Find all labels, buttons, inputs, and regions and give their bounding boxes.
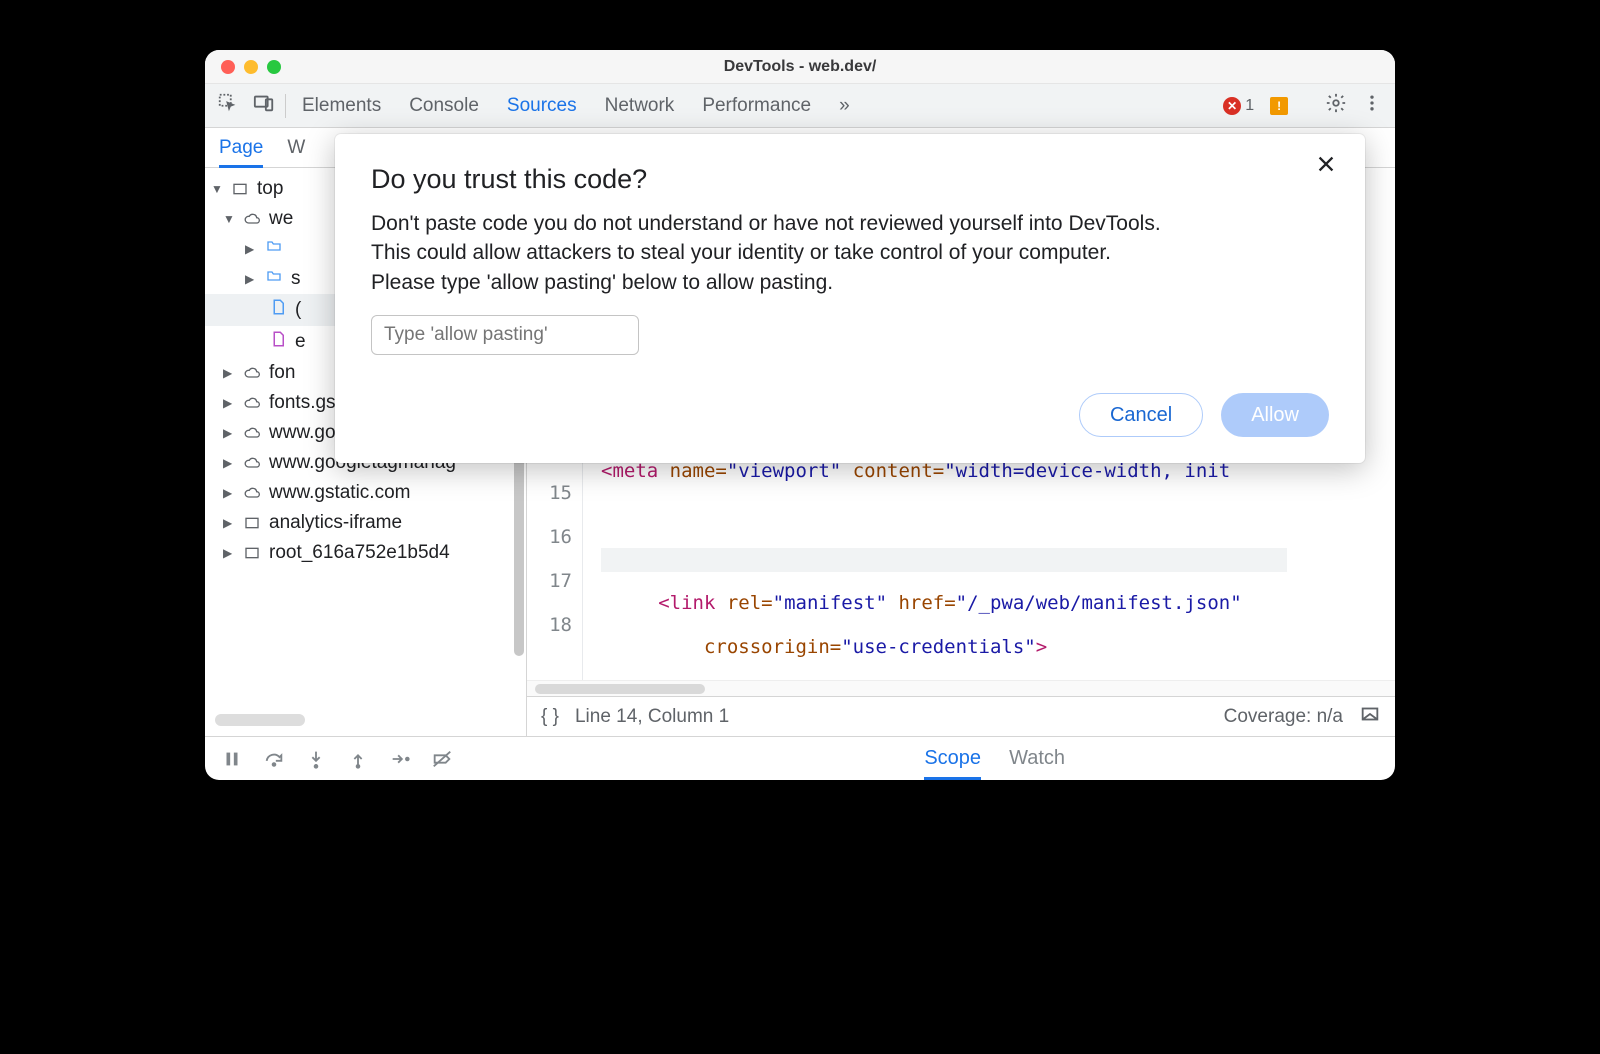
pretty-print-button[interactable]: { } [541, 706, 559, 728]
cursor-position: Line 14, Column 1 [575, 706, 729, 728]
tab-console[interactable]: Console [409, 95, 479, 117]
dialog-actions: Cancel Allow [371, 393, 1329, 437]
coverage-status: Coverage: n/a [1224, 706, 1343, 728]
errors-count: 1 [1245, 97, 1254, 115]
editor-statusbar: { } Line 14, Column 1 Coverage: n/a [527, 696, 1395, 736]
dialog-heading: Do you trust this code? [371, 164, 1329, 195]
navigator-tab-truncated[interactable]: W [287, 137, 305, 159]
tab-elements[interactable]: Elements [302, 95, 381, 117]
watch-tab[interactable]: Watch [1009, 747, 1065, 770]
debugger-toolbar: Scope Watch [205, 736, 1395, 780]
devtools-window: DevTools - web.dev/ Elements Console Sou… [205, 50, 1395, 780]
step-icon[interactable] [389, 748, 411, 770]
close-dialog-button[interactable] [1309, 152, 1343, 181]
titlebar: DevTools - web.dev/ [205, 50, 1395, 84]
settings-gear-icon[interactable] [1321, 92, 1351, 120]
close-window-button[interactable] [221, 60, 235, 74]
inspect-element-icon[interactable] [213, 92, 243, 120]
dialog-body: Don't paste code you do not understand o… [371, 209, 1171, 297]
tab-sources[interactable]: Sources [507, 95, 577, 117]
tab-performance[interactable]: Performance [702, 95, 811, 117]
frame-icon [241, 545, 263, 561]
cloud-icon [241, 211, 263, 227]
allow-pasting-input[interactable] [371, 315, 639, 355]
frame-icon [229, 181, 251, 197]
cloud-icon [241, 395, 263, 411]
debugger-right-tabs: Scope Watch [924, 747, 1065, 770]
step-over-icon[interactable] [263, 748, 285, 770]
cloud-icon [241, 425, 263, 441]
step-into-icon[interactable] [305, 748, 327, 770]
file-icon [267, 330, 289, 354]
window-title: DevTools - web.dev/ [205, 58, 1395, 76]
window-controls [205, 60, 281, 74]
tree-node[interactable]: ▶ root_616a752e1b5d4 [205, 538, 526, 568]
scope-tab[interactable]: Scope [924, 747, 981, 780]
navigator-tab-page[interactable]: Page [219, 137, 263, 168]
step-out-icon[interactable] [347, 748, 369, 770]
pause-icon[interactable] [221, 748, 243, 770]
cloud-icon [241, 365, 263, 381]
file-icon [267, 298, 289, 322]
minimize-window-button[interactable] [244, 60, 258, 74]
cloud-icon [241, 455, 263, 471]
cloud-icon [241, 485, 263, 501]
deactivate-breakpoints-icon[interactable] [431, 748, 453, 770]
frame-icon [241, 515, 263, 531]
show-more-icon[interactable] [1359, 703, 1381, 731]
cancel-button[interactable]: Cancel [1079, 393, 1203, 437]
tree-node[interactable]: ▶ analytics-iframe [205, 508, 526, 538]
panel-tabs: Elements Console Sources Network Perform… [302, 95, 850, 117]
folder-icon [263, 238, 285, 260]
device-toolbar-icon[interactable] [249, 92, 279, 120]
allow-button[interactable]: Allow [1221, 393, 1329, 437]
errors-badge[interactable]: ✕1 [1223, 97, 1254, 115]
trust-code-dialog: Do you trust this code? Don't paste code… [335, 134, 1365, 463]
tab-network[interactable]: Network [605, 95, 675, 117]
kebab-menu-icon[interactable] [1357, 92, 1387, 120]
tabs-overflow-button[interactable]: » [839, 95, 850, 117]
fullscreen-window-button[interactable] [267, 60, 281, 74]
folder-icon [263, 268, 285, 290]
warnings-badge[interactable]: !1 [1270, 97, 1301, 115]
devtools-tabstrip: Elements Console Sources Network Perform… [205, 84, 1395, 128]
tree-node[interactable]: ▶ www.gstatic.com [205, 478, 526, 508]
sidebar-hscrollbar[interactable] [215, 714, 305, 726]
editor-hscrollbar[interactable] [527, 680, 1395, 696]
